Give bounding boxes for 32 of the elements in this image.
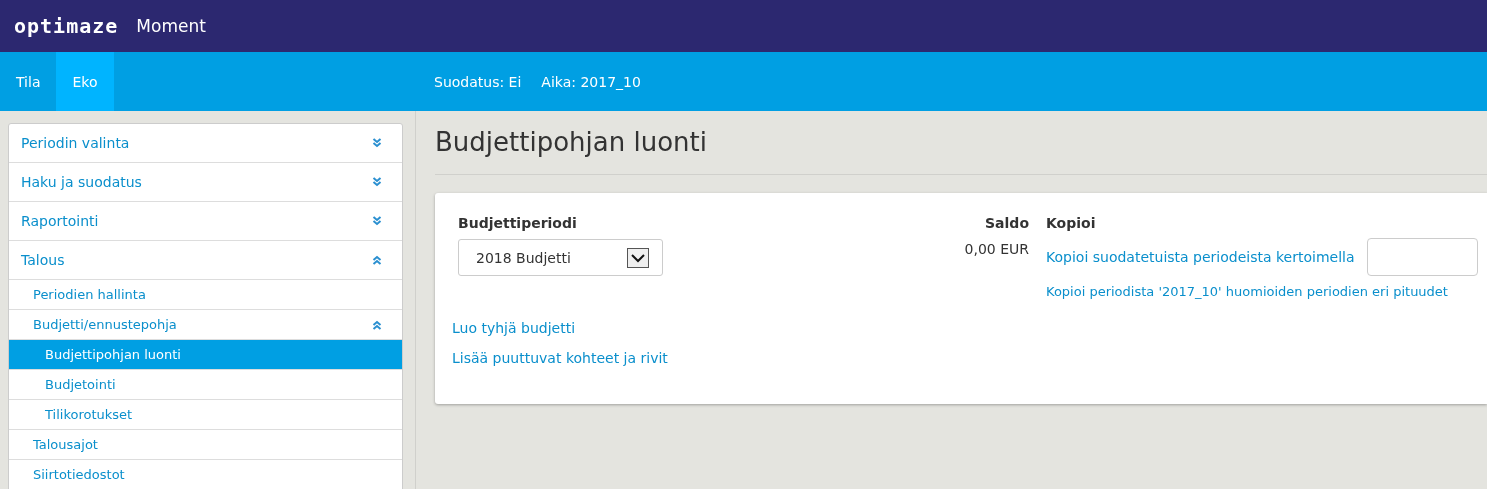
- nav-info: Aika: 2017_10: [541, 73, 641, 90]
- action-link[interactable]: Luo tyhjä budjetti: [452, 320, 858, 336]
- copy-label: Kopioi: [1046, 215, 1097, 231]
- sidebar-item[interactable]: Budjetointi: [9, 370, 402, 400]
- copy-link[interactable]: Kopioi periodista '2017_10' huomioiden periodien eri pituudet: [1046, 284, 1478, 299]
- nav-tab[interactable]: Tila: [0, 52, 57, 111]
- multiplier-input[interactable]: [1366, 238, 1478, 276]
- sidebar-item[interactable]: Tilikorotukset: [9, 400, 402, 430]
- nav-tab[interactable]: Eko: [56, 52, 114, 111]
- field-label: Budjettiperiodi: [458, 215, 578, 231]
- copy-link[interactable]: Kopioi suodatetuista periodeista kertoimella: [1046, 249, 1355, 265]
- sidebar-item[interactable]: Talousajot: [9, 430, 402, 460]
- page-title: Budjettipohjan luonti: [435, 111, 1487, 175]
- sidebar-item[interactable]: Periodien hallinta: [9, 280, 402, 310]
- app-name: Moment: [136, 16, 206, 36]
- saldo-label: Saldo: [985, 215, 1029, 231]
- logo: optimaze: [14, 14, 119, 38]
- sidebar-item[interactable]: Haku ja suodatus: [9, 163, 402, 202]
- period-dropdown[interactable]: 2018 Budjetti: [458, 239, 663, 276]
- sidebar-item[interactable]: Siirtotiedostot: [9, 460, 402, 489]
- sidebar-item[interactable]: Periodin valinta: [9, 124, 402, 163]
- sidebar-item[interactable]: Raportointi: [9, 202, 402, 241]
- chevron-up-icon: [372, 319, 382, 330]
- chevron-up-icon: [372, 255, 382, 265]
- chevron-down-icon: [372, 216, 382, 226]
- action-link[interactable]: Lisää puuttuvat kohteet ja rivit: [452, 350, 858, 366]
- sidebar-item[interactable]: Talous: [9, 241, 402, 280]
- chevron-down-icon: [372, 138, 382, 148]
- sidebar-item[interactable]: Budjettipohjan luonti: [9, 340, 402, 370]
- saldo-value: 0,00 EUR: [964, 241, 1029, 257]
- chevron-down-icon: [372, 177, 382, 187]
- nav-info: Suodatus: Ei: [434, 73, 522, 90]
